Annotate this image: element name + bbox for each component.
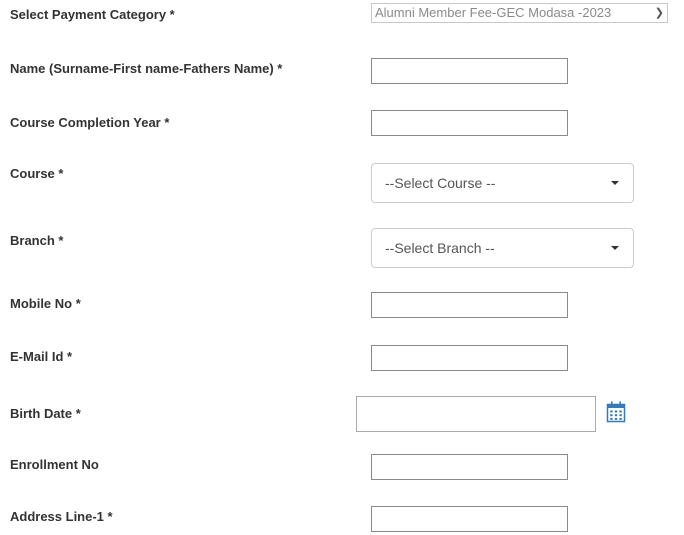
name-label: Name (Surname-First name-Fathers Name) * — [10, 61, 283, 76]
completion-year-input[interactable] — [371, 110, 568, 136]
branch-dropdown[interactable]: --Select Branch -- — [371, 228, 634, 268]
enrollment-input[interactable] — [371, 454, 568, 480]
course-label: Course * — [10, 166, 64, 181]
branch-selected-value: --Select Branch -- — [385, 240, 495, 256]
enrollment-label: Enrollment No — [10, 457, 99, 472]
completion-year-label: Course Completion Year * — [10, 115, 170, 130]
email-label: E-Mail Id * — [10, 349, 73, 364]
name-input[interactable] — [371, 58, 568, 84]
payment-category-select[interactable]: Alumni Member Fee-GEC Modasa -2023 ❯ — [371, 3, 668, 23]
address-line-1-input[interactable] — [371, 506, 568, 532]
course-dropdown[interactable]: --Select Course -- — [371, 163, 634, 203]
mobile-input[interactable] — [371, 292, 568, 318]
calendar-icon[interactable] — [606, 400, 626, 424]
caret-down-icon — [611, 246, 619, 250]
mobile-label: Mobile No * — [10, 296, 81, 311]
caret-down-icon — [611, 181, 619, 185]
chevron-down-icon: ❯ — [651, 4, 664, 22]
email-input[interactable] — [371, 345, 568, 371]
birth-date-input[interactable] — [356, 396, 596, 432]
payment-category-label: Select Payment Category * — [10, 7, 175, 22]
branch-label: Branch * — [10, 233, 64, 248]
birth-date-label: Birth Date * — [10, 406, 81, 421]
address-line-1-label: Address Line-1 * — [10, 509, 113, 524]
course-selected-value: --Select Course -- — [385, 175, 496, 191]
payment-category-value: Alumni Member Fee-GEC Modasa -2023 — [375, 5, 612, 20]
